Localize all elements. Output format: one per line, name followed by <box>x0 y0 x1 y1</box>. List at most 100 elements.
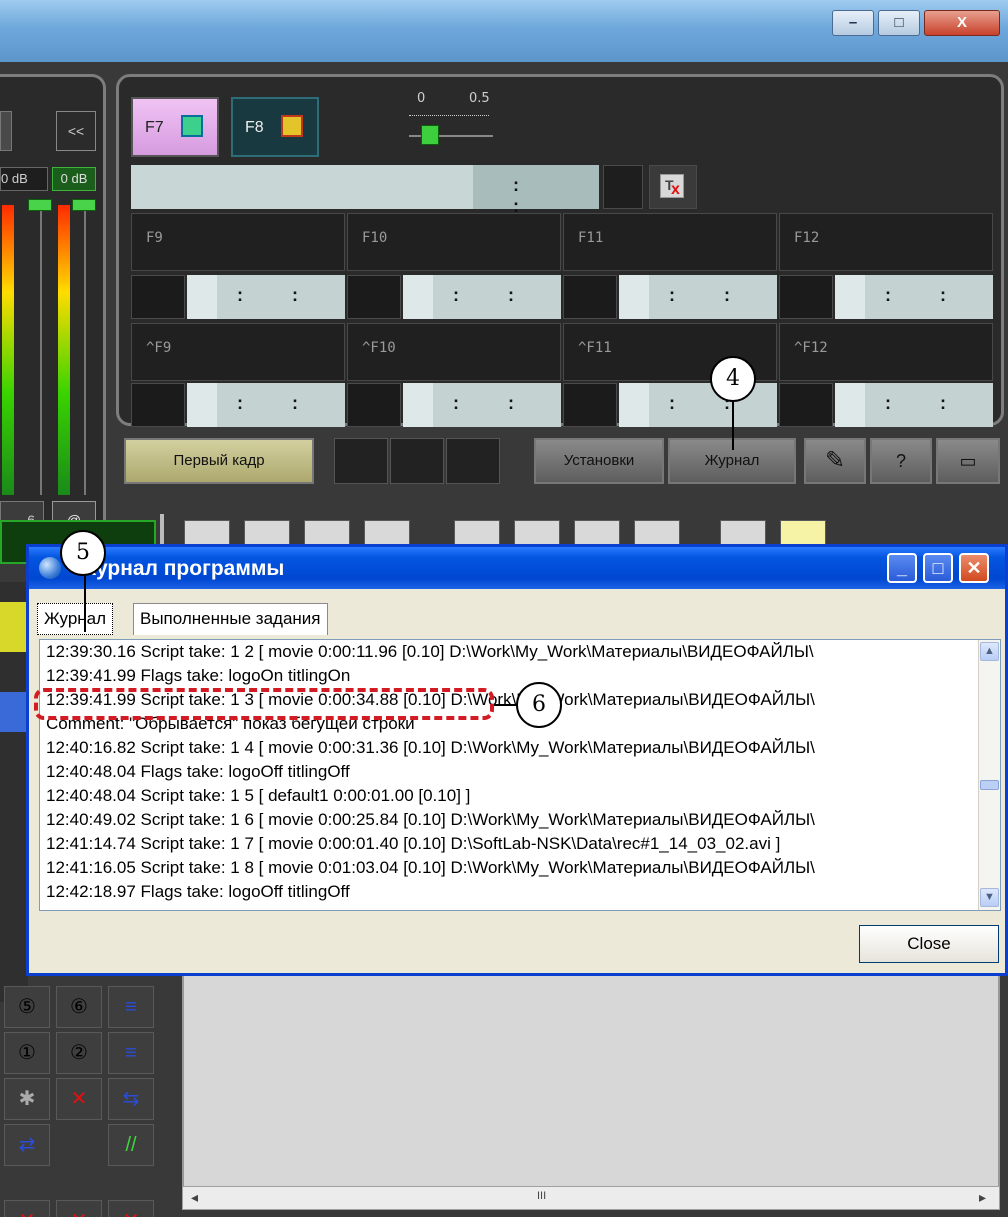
minimize-icon: _ <box>896 558 907 578</box>
camera5-icon[interactable]: ⑤ <box>4 986 50 1028</box>
journal-dialog: Журнал программы _ □ ✕ Журнал Выполненны… <box>26 544 1008 976</box>
scroll-thumb-grip[interactable]: III <box>537 1190 546 1202</box>
slot-ctrl-f10-key: ^F10 <box>362 340 396 356</box>
blue-tab[interactable] <box>0 692 28 732</box>
slot-f11-key: F11 <box>578 230 604 246</box>
settings-button[interactable]: Установки <box>534 438 664 484</box>
maximize-button[interactable]: □ <box>878 10 920 36</box>
slider-tick-05: 0.5 <box>469 91 490 106</box>
scroll-right-icon[interactable]: ▸ <box>979 1189 986 1206</box>
slot-f9-timecode: : : <box>187 275 345 319</box>
scroll-left-icon[interactable]: ◂ <box>191 1189 198 1206</box>
callout-4-leader <box>732 398 734 450</box>
slot-ctrl-f10[interactable]: ^F10 <box>347 323 561 381</box>
slot-f10-timecode: : : <box>403 275 561 319</box>
help-button[interactable]: ? <box>870 438 932 484</box>
tab-journal[interactable]: Журнал <box>37 603 114 635</box>
empty-slot-1 <box>334 438 388 484</box>
db-right-readout: 0 dB <box>52 167 96 191</box>
pen-button[interactable]: ✎ <box>804 438 866 484</box>
dialog-close-button[interactable]: Close <box>859 925 999 963</box>
window-titlebar: – □ X <box>0 0 1008 62</box>
folder-button[interactable]: ▭ <box>936 438 1000 484</box>
horizontal-scrollbar[interactable]: ◂ III ▸ <box>182 1186 1000 1210</box>
slot-ctrl-f11-key: ^F11 <box>578 340 612 356</box>
close-icon: X <box>956 14 967 31</box>
scroll-up-icon[interactable]: ▲ <box>980 642 999 661</box>
maximize-icon: □ <box>932 558 944 578</box>
first-frame-button[interactable]: Первый кадр <box>124 438 314 484</box>
scroll-thumb[interactable] <box>980 780 999 790</box>
callout-5: 5 <box>60 530 106 576</box>
delete-icon[interactable]: ✕ <box>4 1200 50 1217</box>
dialog-minimize-button[interactable]: _ <box>887 553 917 583</box>
slot-ctrl-f12-marker <box>779 383 833 427</box>
tab-completed-tasks[interactable]: Выполненные задания <box>133 603 328 635</box>
mic-off-icon[interactable]: ✕ <box>56 1078 102 1120</box>
slot-ctrl-f9-key: ^F9 <box>146 340 172 356</box>
scroll-down-icon[interactable]: ▼ <box>980 888 999 907</box>
timecode-text: : : <box>513 175 543 216</box>
delete2-icon[interactable]: ✕ <box>56 1200 102 1217</box>
fader-knob-left[interactable] <box>28 199 52 211</box>
collapse-button[interactable]: << <box>56 111 96 151</box>
slot-ctrl-f9-marker <box>131 383 185 427</box>
close-button[interactable]: X <box>924 10 1000 36</box>
empty-slot-3 <box>446 438 500 484</box>
graphics-panel: F7 F8 0 0.5 : : T x F9 F10 F11 F12:::… <box>116 74 1004 427</box>
slot-f12[interactable]: F12 <box>779 213 993 271</box>
slot-f9-key: F9 <box>146 230 163 246</box>
slot-f11[interactable]: F11 <box>563 213 777 271</box>
slot-ctrl-f9[interactable]: ^F9 <box>131 323 345 381</box>
globe-icon <box>39 557 61 579</box>
slot-f9[interactable]: F9 <box>131 213 345 271</box>
text-clear-icon: T x <box>660 174 684 198</box>
dialog-maximize-button[interactable]: □ <box>923 553 953 583</box>
slot-f10[interactable]: F10 <box>347 213 561 271</box>
yellow-tab[interactable] <box>0 602 28 652</box>
comment-highlight <box>34 688 494 720</box>
minimize-button[interactable]: – <box>832 10 874 36</box>
dropdown-arrow[interactable] <box>0 111 12 151</box>
arrows-icon[interactable]: ⇄ <box>4 1124 50 1166</box>
list-up-icon[interactable]: ≡ <box>108 986 154 1028</box>
db-left-readout: 0 dB <box>0 167 48 191</box>
level-meter-right <box>58 205 70 495</box>
log-list[interactable]: 12:39:30.16 Script take: 1 2 [ movie 0:0… <box>39 639 1001 911</box>
delete3-icon[interactable]: ✕ <box>108 1200 154 1217</box>
callout-4: 4 <box>710 356 756 402</box>
slot-ctrl-f9-timecode: : : <box>187 383 345 427</box>
edit2b-icon[interactable]: ② <box>56 1032 102 1074</box>
list-return-icon[interactable]: ≡ <box>108 1032 154 1074</box>
camera6-icon[interactable]: ⑥ <box>56 986 102 1028</box>
slot-ctrl-f10-marker <box>347 383 401 427</box>
dialog-titlebar: Журнал программы _ □ ✕ <box>29 547 1005 589</box>
left-strip <box>0 582 28 1002</box>
help-icon: ? <box>895 451 906 471</box>
dialog-title: Журнал программы <box>77 557 285 580</box>
dialog-close-x-button[interactable]: ✕ <box>959 553 989 583</box>
slot-ctrl-f11-marker <box>563 383 617 427</box>
slider-tick-0: 0 <box>417 91 426 106</box>
cue-icon[interactable]: // <box>108 1124 154 1166</box>
slot-f12-key: F12 <box>794 230 820 246</box>
f8-button[interactable]: F8 <box>231 97 319 157</box>
clear-titles-button[interactable]: T x <box>649 165 697 209</box>
f7-button[interactable]: F7 <box>131 97 219 157</box>
log-line: 12:40:49.02 Script take: 1 6 [ movie 0:0… <box>46 810 815 829</box>
slot-f11-timecode: : : <box>619 275 777 319</box>
fader-knob-right[interactable] <box>72 199 96 211</box>
slot-f12-marker <box>779 275 833 319</box>
slot-ctrl-f10-timecode: : : <box>403 383 561 427</box>
edit1-icon[interactable]: ① <box>4 1032 50 1074</box>
slot-f12-timecode: : : <box>835 275 993 319</box>
close-icon: ✕ <box>966 558 982 578</box>
mic-icon[interactable]: ✱ <box>4 1078 50 1120</box>
log-line: 12:42:18.97 Flags take: logoOff titlingO… <box>46 882 350 901</box>
transparency-slider[interactable] <box>421 125 439 145</box>
log-vertical-scrollbar[interactable]: ▲ ▼ <box>978 640 1000 910</box>
slider-scale <box>409 115 489 121</box>
slot-ctrl-f12[interactable]: ^F12 <box>779 323 993 381</box>
f8-label: F8 <box>245 119 264 136</box>
swap-icon[interactable]: ⇆ <box>108 1078 154 1120</box>
